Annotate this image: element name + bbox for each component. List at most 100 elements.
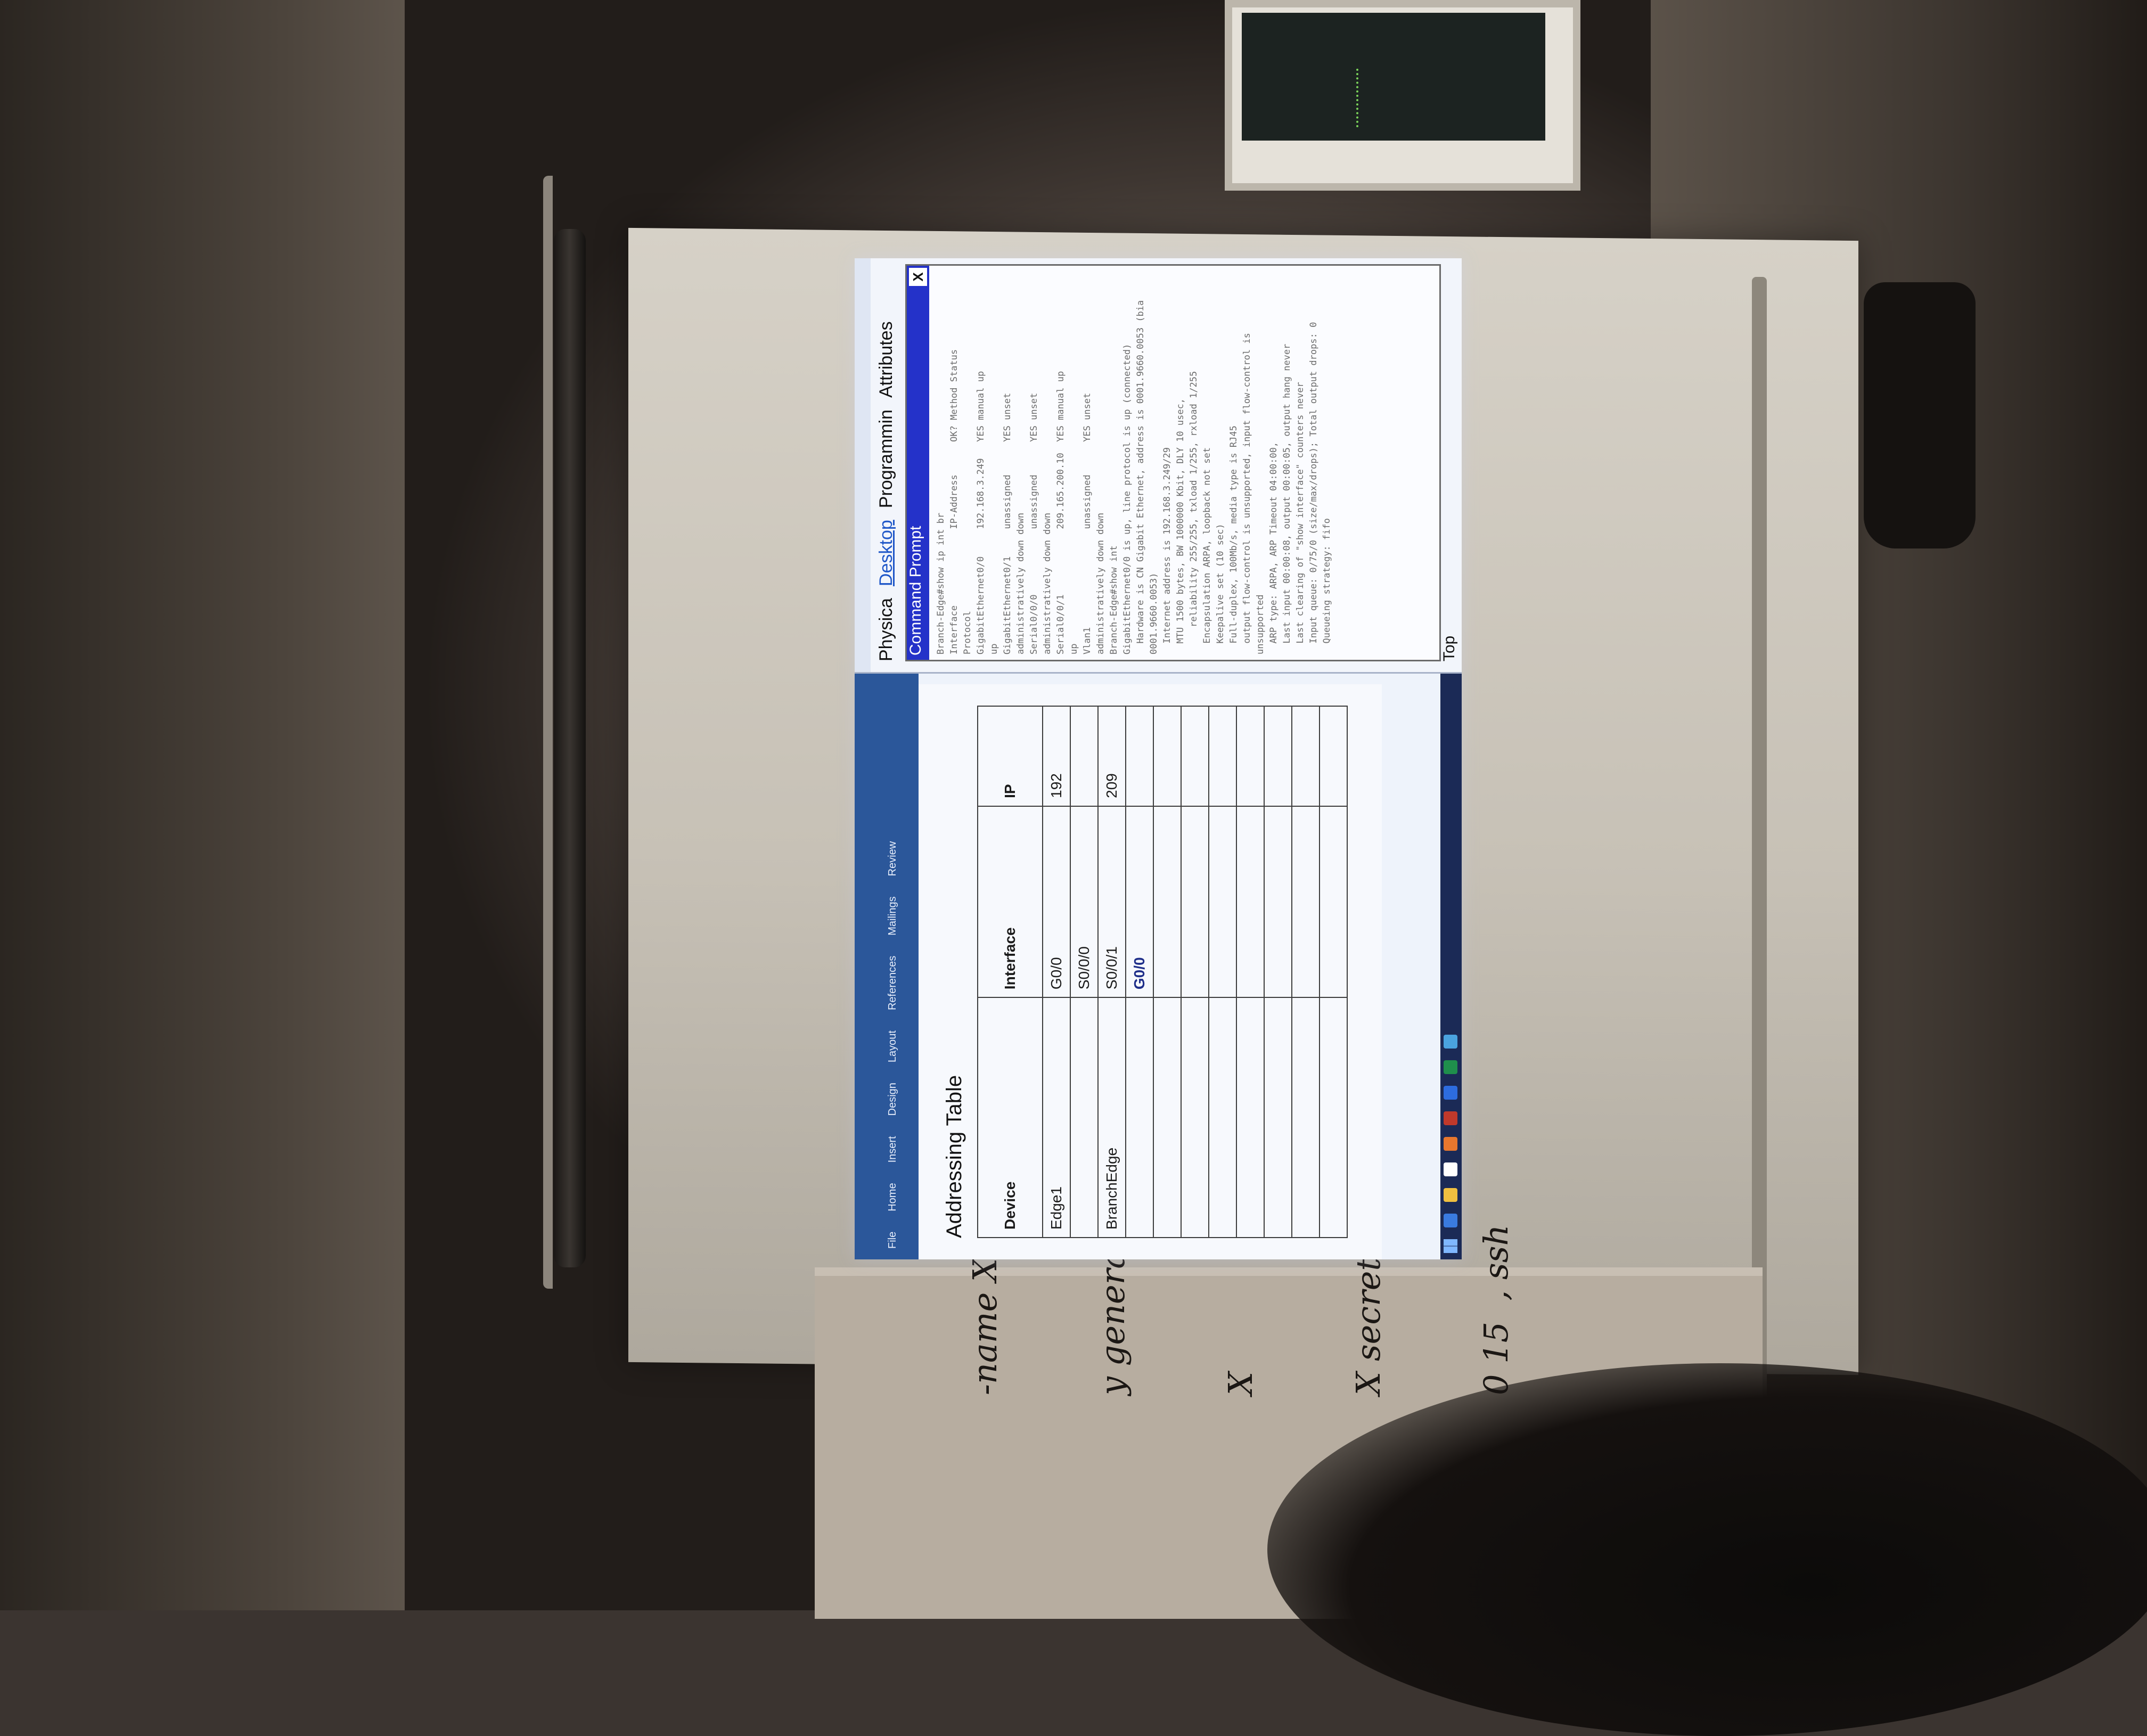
top-checkbox-label[interactable]: Top (1440, 636, 1458, 661)
table-row: G0/0 (1126, 706, 1153, 1238)
excel-icon[interactable] (1444, 1060, 1457, 1074)
tab-attributes[interactable]: Attributes (876, 321, 897, 398)
audience-heads (1267, 1363, 2147, 1736)
addressing-table: Device Interface IP Edge1 G0/0 192 S0/0/… (977, 706, 1348, 1238)
table-cell (1264, 706, 1292, 806)
command-output-line: Interface IP-Address OK? Method Status (949, 349, 960, 654)
file-explorer-icon[interactable] (1444, 1188, 1457, 1202)
device-tabs: Physica Desktop Programmin Attributes (876, 321, 897, 661)
command-output-line: unsupported (1255, 594, 1266, 654)
command-output-line: Branch-Edge#show ip int br (936, 512, 946, 654)
table-header-row: Device Interface IP (978, 706, 1043, 1238)
command-output-line: Protocol (962, 611, 973, 654)
table-cell (1181, 997, 1209, 1238)
command-output-line: up (989, 643, 999, 654)
table-cell (1126, 706, 1153, 806)
table-cell-highlighted: G0/0 (1126, 806, 1153, 998)
column-header-interface: Interface (978, 806, 1043, 998)
table-cell: BranchEdge (1098, 997, 1126, 1238)
close-icon[interactable]: X (909, 268, 927, 286)
command-prompt-titlebar: Command Prompt X (907, 266, 929, 660)
packet-tracer-window: Physica Desktop Programmin Attributes Co… (855, 258, 1462, 674)
table-cell (1209, 806, 1236, 998)
app-icon[interactable] (1444, 1111, 1457, 1125)
status-led-dots (1356, 69, 1365, 127)
table-cell (1181, 806, 1209, 998)
command-output-line: reliability 255/255, txload 1/255, rxloa… (1189, 371, 1199, 654)
table-row (1209, 706, 1236, 1238)
note-line: 0 15 , ssh (1477, 1224, 1515, 1395)
command-output-line: up (1069, 643, 1079, 654)
command-output-line: Last input 00:00:08, output 00:00:05, ou… (1282, 343, 1292, 654)
command-output-line: MTU 1500 bytes, BW 1000000 Kbit, DLY 10 … (1175, 398, 1186, 654)
edge-browser-icon[interactable] (1444, 1214, 1457, 1227)
taskbar-icons (1444, 1035, 1457, 1227)
table-cell (1236, 806, 1264, 998)
command-output-line: GigabitEthernet0/0 192.168.3.249 YES man… (976, 371, 986, 654)
table-cell (1236, 706, 1264, 806)
wall-monitor-display (1242, 13, 1545, 141)
command-output-line: Full-duplex, 100Mb/s, media type is RJ45 (1228, 425, 1239, 654)
word-icon[interactable] (1444, 1086, 1457, 1100)
command-output-line: Hardware is CN Gigabit Ethernet, address… (1135, 300, 1146, 654)
ribbon-tab-review[interactable]: Review (887, 841, 899, 877)
table-row: BranchEdge S0/0/1 209 (1098, 706, 1126, 1238)
table-cell (1292, 997, 1320, 1238)
table-cell: G0/0 (1043, 806, 1070, 998)
projected-desktop: File Home Insert Design Layout Reference… (855, 258, 1462, 1259)
packet-tracer-titlebar (855, 258, 871, 672)
table-cell (1070, 706, 1098, 806)
ribbon-tab-mailings[interactable]: Mailings (887, 896, 899, 935)
projection-screen-bottom-bar (1752, 277, 1767, 1401)
left-wall (0, 0, 405, 1610)
table-row: Edge1 G0/0 192 (1043, 706, 1070, 1238)
ribbon-tab-file[interactable]: File (887, 1232, 899, 1249)
ribbon-tab-layout[interactable]: Layout (887, 1030, 899, 1062)
command-output-line: Internet address is 192.168.3.249/29 (1162, 447, 1173, 654)
table-cell (1153, 997, 1181, 1238)
table-cell (1320, 706, 1347, 806)
command-output-line: Input queue: 0/75/0 (size/max/drops); To… (1308, 322, 1319, 654)
table-cell (1264, 806, 1292, 998)
tab-desktop[interactable]: Desktop (876, 520, 897, 586)
ribbon-tab-references[interactable]: References (887, 956, 899, 1010)
table-cell (1320, 997, 1347, 1238)
command-output-line: Encapsulation ARPA, loopback not set (1202, 447, 1212, 654)
table-row (1264, 706, 1292, 1238)
table-cell (1209, 997, 1236, 1238)
command-output-line: Serial0/0/1 209.165.200.10 YES manual up (1055, 371, 1066, 654)
command-output-line: GigabitEthernet0/0 is up, line protocol … (1122, 343, 1133, 654)
command-output-line: GigabitEthernet0/1 unassigned YES unset (1002, 392, 1013, 654)
wall-speaker (1864, 282, 1976, 548)
table-cell (1070, 997, 1098, 1238)
firefox-icon[interactable] (1444, 1137, 1457, 1151)
table-cell (1153, 706, 1181, 806)
ribbon-tab-insert[interactable]: Insert (887, 1136, 899, 1162)
column-header-device: Device (978, 997, 1043, 1238)
tab-physical[interactable]: Physica (876, 598, 897, 661)
command-prompt-title: Command Prompt (907, 526, 924, 656)
command-output-line: Vlan1 unassigned YES unset (1082, 392, 1093, 654)
command-output[interactable]: Branch-Edge#show ip int br Interface IP-A… (935, 271, 1435, 654)
table-row: S0/0/0 (1070, 706, 1098, 1238)
table-cell (1236, 997, 1264, 1238)
ribbon-tab-design[interactable]: Design (887, 1083, 899, 1116)
table-cell: 209 (1098, 706, 1126, 806)
wall-monitor (1225, 0, 1580, 191)
command-output-line: Serial0/0/0 unassigned YES unset (1029, 392, 1039, 654)
command-output-line: administratively down down (1042, 512, 1053, 654)
command-output-line: administratively down down (1015, 512, 1026, 654)
table-row (1153, 706, 1181, 1238)
table-cell (1126, 997, 1153, 1238)
table-row (1236, 706, 1264, 1238)
store-icon[interactable] (1444, 1162, 1457, 1176)
table-cell: Edge1 (1043, 997, 1070, 1238)
table-cell (1209, 706, 1236, 806)
tab-programming[interactable]: Programmin (876, 410, 897, 508)
ribbon-tab-home[interactable]: Home (887, 1183, 899, 1211)
windows-start-icon[interactable] (1444, 1239, 1457, 1253)
windows-taskbar (1440, 674, 1462, 1259)
packet-tracer-icon[interactable] (1444, 1035, 1457, 1049)
command-output-line: Keepalive set (10 sec) (1215, 523, 1226, 654)
command-output-line: administratively down down (1095, 512, 1106, 654)
